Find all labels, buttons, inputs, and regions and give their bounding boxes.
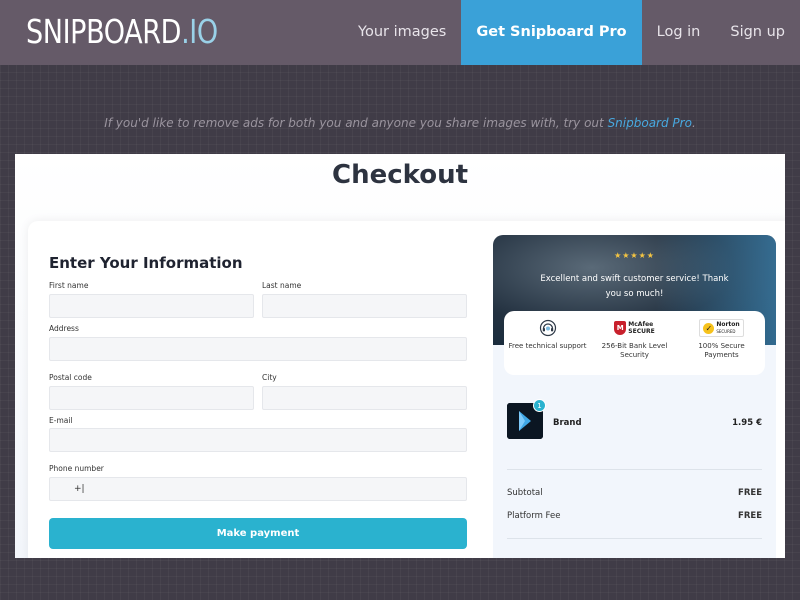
- site-logo[interactable]: SNIPBOARD.IO: [26, 12, 218, 51]
- trust-support: Free technical support: [508, 319, 588, 375]
- nav-login[interactable]: Log in: [642, 0, 716, 65]
- promo-pro-link[interactable]: Snipboard Pro: [608, 116, 692, 130]
- promo-banner: If you'd like to remove ads for both you…: [0, 116, 800, 130]
- first-name-field[interactable]: [49, 294, 254, 318]
- norton-secured-icon: ✓ Norton SECURED: [682, 319, 762, 337]
- trust-payments: ✓ Norton SECURED 100% Secure Payments: [682, 319, 762, 375]
- postal-code-label: Postal code: [49, 373, 92, 382]
- quantity-badge: 1: [533, 399, 546, 412]
- mcafee-secure-icon: M McAfee SECURE: [595, 319, 675, 337]
- platform-fee-value: FREE: [738, 511, 762, 521]
- trust-badges: Free technical support M McAfee SECURE 25…: [504, 311, 765, 375]
- nav-signup[interactable]: Sign up: [715, 0, 800, 65]
- norton-badge-bottom: SECURED: [716, 329, 736, 334]
- subtotal-label: Subtotal: [507, 488, 543, 498]
- mcafee-badge-top: McAfee: [628, 321, 654, 328]
- promo-end: .: [691, 116, 696, 130]
- subtotal-value: FREE: [738, 488, 762, 498]
- trust-security-label: 256-Bit Bank Level Security: [601, 342, 668, 359]
- rating-stars-icon: ★★★★★: [614, 251, 655, 260]
- promo-text: If you'd like to remove ads for both you…: [104, 116, 608, 130]
- logo-main: SNIPBOARD: [26, 12, 182, 51]
- form-heading: Enter Your Information: [49, 254, 243, 272]
- email-label: E-mail: [49, 416, 73, 425]
- postal-code-field[interactable]: [49, 386, 254, 410]
- trust-security: M McAfee SECURE 256-Bit Bank Level Securi…: [595, 319, 675, 375]
- trust-payments-label: 100% Secure Payments: [698, 342, 745, 359]
- product-name: Brand: [553, 418, 582, 428]
- mcafee-badge-bottom: SECURE: [628, 328, 655, 335]
- product-price: 1.95 €: [732, 418, 762, 428]
- logo-tld: .IO: [181, 12, 218, 51]
- last-name-field[interactable]: [262, 294, 467, 318]
- email-field[interactable]: [49, 428, 467, 452]
- first-name-label: First name: [49, 281, 89, 290]
- nav-get-pro-button[interactable]: Get Snipboard Pro: [461, 0, 642, 65]
- top-navbar: SNIPBOARD.IO Your images Get Snipboard P…: [0, 0, 800, 65]
- summary-divider-bottom: [507, 538, 762, 539]
- trust-support-label: Free technical support: [508, 342, 587, 350]
- shared-image: Checkout Enter Your Information First na…: [15, 154, 785, 558]
- norton-badge-top: Norton: [716, 321, 740, 328]
- city-label: City: [262, 373, 277, 382]
- last-name-label: Last name: [262, 281, 302, 290]
- platform-fee-label: Platform Fee: [507, 511, 561, 521]
- city-field[interactable]: [262, 386, 467, 410]
- make-payment-button[interactable]: Make payment: [49, 518, 467, 549]
- order-summary-panel: ★★★★★ Excellent and swift customer servi…: [493, 235, 776, 558]
- review-text: Excellent and swift customer service! Th…: [540, 274, 729, 299]
- checkout-title: Checkout: [331, 160, 469, 190]
- address-label: Address: [49, 324, 79, 333]
- nav-your-images[interactable]: Your images: [343, 0, 461, 65]
- headset-icon: [508, 319, 588, 337]
- nav-links: Your images Get Snipboard Pro Log in Sig…: [343, 0, 800, 65]
- checkout-card: Enter Your Information First name Last n…: [28, 221, 785, 558]
- address-field[interactable]: [49, 337, 467, 361]
- phone-label: Phone number: [49, 464, 104, 473]
- summary-divider-top: [507, 469, 762, 470]
- phone-field[interactable]: +|: [49, 477, 467, 501]
